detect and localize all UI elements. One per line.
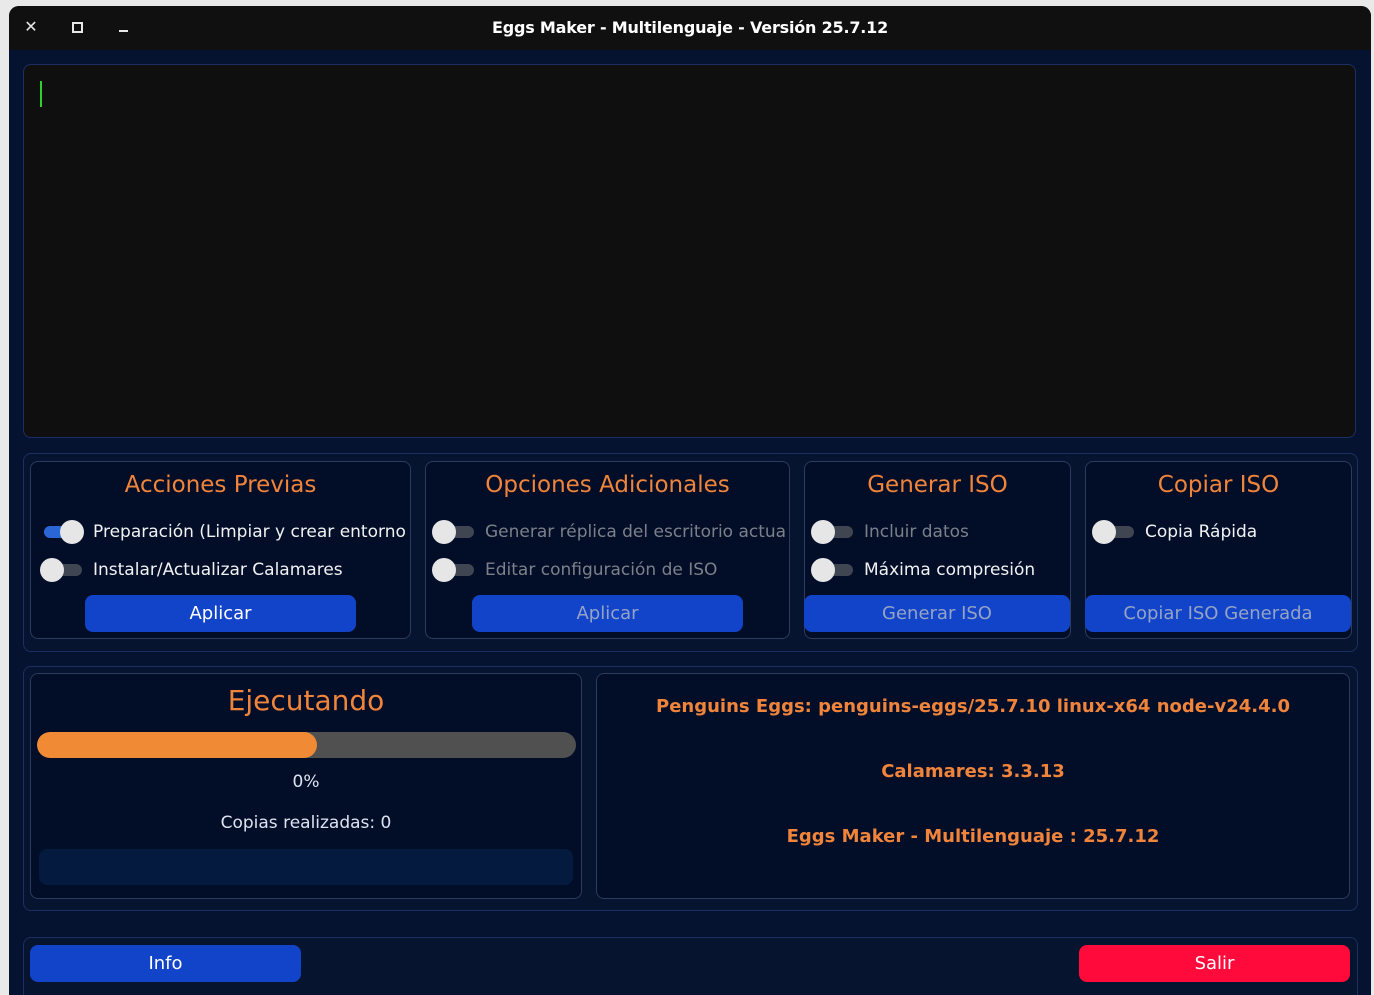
progress-bar — [37, 732, 576, 758]
acciones-previas-title: Acciones Previas — [124, 472, 317, 498]
option-label: Incluir datos — [864, 522, 969, 542]
card-copiar-iso: Copiar ISO Copia Rápida Copiar ISO Gener… — [1085, 461, 1352, 639]
info-button[interactable]: Info — [30, 945, 301, 982]
generar-iso-button[interactable]: Generar ISO — [804, 595, 1070, 632]
maximize-icon[interactable] — [66, 16, 88, 38]
copies-count: Copias realizadas: 0 — [220, 813, 392, 833]
exit-button[interactable]: Salir — [1079, 945, 1350, 982]
title-bar: Eggs Maker - Multilenguaje - Versión 25.… — [9, 6, 1371, 50]
generar-iso-title: Generar ISO — [867, 472, 1008, 498]
toggle-switch[interactable] — [432, 558, 476, 582]
toggle-switch[interactable] — [432, 520, 476, 544]
minimize-icon[interactable] — [112, 16, 134, 38]
option-label: Preparación (Limpiar y crear entorno — [93, 522, 406, 542]
toggle-switch[interactable] — [811, 520, 855, 544]
copiar-iso-title: Copiar ISO — [1157, 472, 1280, 498]
close-icon[interactable]: ✕ — [20, 16, 42, 38]
execution-log-box — [39, 849, 573, 885]
copiar-iso-button[interactable]: Copiar ISO Generada — [1085, 595, 1351, 632]
footer-bar: Info Salir — [23, 937, 1358, 995]
option-label: Editar configuración de ISO — [485, 560, 718, 580]
window-title: Eggs Maker - Multilenguaje - Versión 25.… — [491, 18, 889, 37]
actions-panel: Acciones Previas Preparación (Limpiar y … — [23, 453, 1358, 652]
calamares-version: Calamares: 3.3.13 — [881, 761, 1065, 782]
toggle-switch[interactable] — [1092, 520, 1136, 544]
toggle-switch[interactable] — [811, 558, 855, 582]
aplicar-acciones-button[interactable]: Aplicar — [85, 595, 356, 632]
toggle-switch[interactable] — [40, 558, 84, 582]
card-acciones-previas: Acciones Previas Preparación (Limpiar y … — [30, 461, 411, 639]
toggle-switch[interactable] — [40, 520, 84, 544]
progress-fill — [37, 732, 318, 758]
option-label: Máxima compresión — [864, 560, 1036, 580]
version-info-card: Penguins Eggs: penguins-eggs/25.7.10 lin… — [596, 673, 1350, 899]
execution-title: Ejecutando — [227, 684, 385, 717]
card-opciones-adicionales: Opciones Adicionales Generar réplica del… — [425, 461, 790, 639]
app-window: Eggs Maker - Multilenguaje - Versión 25.… — [9, 6, 1371, 995]
terminal-output[interactable] — [23, 64, 1356, 438]
terminal-cursor — [40, 81, 42, 107]
option-label: Generar réplica del escritorio actua — [485, 522, 787, 542]
option-label: Instalar/Actualizar Calamares — [93, 560, 343, 580]
aplicar-opciones-button[interactable]: Aplicar — [472, 595, 743, 632]
execution-card: Ejecutando 0% Copias realizadas: 0 — [30, 673, 582, 899]
eggs-maker-version: Eggs Maker - Multilenguaje : 25.7.12 — [786, 826, 1160, 847]
status-panel: Ejecutando 0% Copias realizadas: 0 Pengu… — [23, 666, 1358, 911]
opciones-adicionales-title: Opciones Adicionales — [485, 472, 730, 498]
progress-percent: 0% — [292, 772, 320, 792]
penguins-eggs-version: Penguins Eggs: penguins-eggs/25.7.10 lin… — [656, 696, 1290, 717]
option-label: Copia Rápida — [1145, 522, 1258, 542]
card-generar-iso: Generar ISO Incluir datos Máxima compres… — [804, 461, 1071, 639]
